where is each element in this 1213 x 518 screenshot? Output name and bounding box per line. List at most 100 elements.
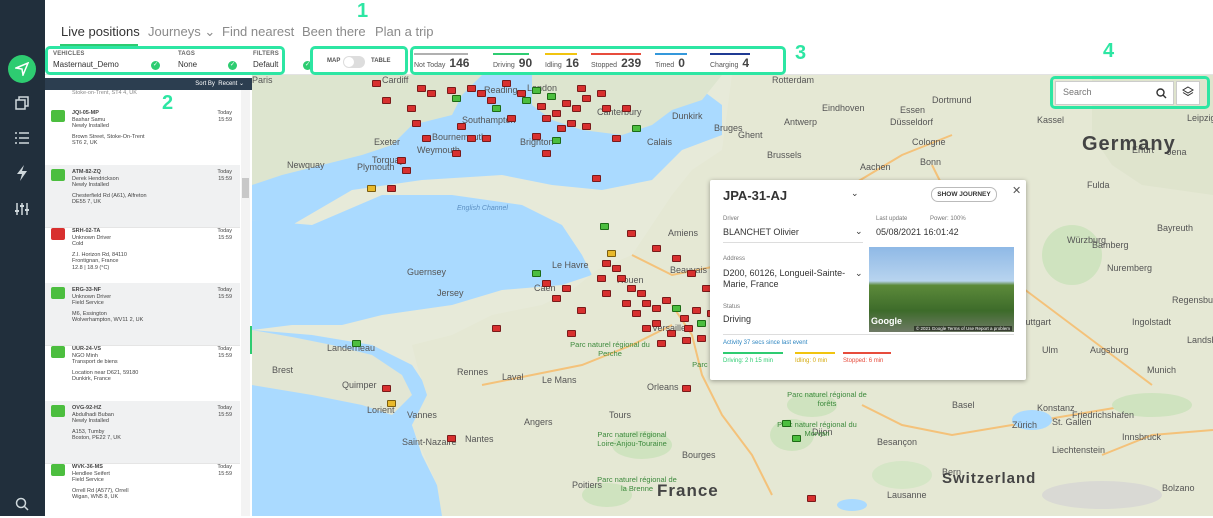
vehicle-marker[interactable] bbox=[402, 167, 411, 174]
vehicle-marker[interactable] bbox=[447, 87, 456, 94]
sliders-icon[interactable] bbox=[8, 195, 36, 223]
vehicle-marker[interactable] bbox=[452, 150, 461, 157]
vehicle-marker[interactable] bbox=[612, 135, 621, 142]
vehicle-marker[interactable] bbox=[652, 245, 661, 252]
vehicle-marker[interactable] bbox=[637, 290, 646, 297]
vehicle-marker[interactable] bbox=[667, 330, 676, 337]
vehicle-marker[interactable] bbox=[412, 120, 421, 127]
vehicle-marker[interactable] bbox=[642, 325, 651, 332]
vehicle-marker[interactable] bbox=[597, 275, 606, 282]
vehicle-marker[interactable] bbox=[577, 307, 586, 314]
vehicle-marker[interactable] bbox=[632, 310, 641, 317]
vehicle-marker[interactable] bbox=[672, 255, 681, 262]
vehicle-marker[interactable] bbox=[682, 337, 691, 344]
vehicle-marker[interactable] bbox=[562, 100, 571, 107]
vehicle-marker[interactable] bbox=[552, 137, 561, 144]
vehicle-marker[interactable] bbox=[427, 90, 436, 97]
vehicle-marker[interactable] bbox=[547, 93, 556, 100]
vehicle-marker[interactable] bbox=[552, 110, 561, 117]
vehicle-marker[interactable] bbox=[542, 115, 551, 122]
vehicle-marker[interactable] bbox=[552, 295, 561, 302]
vehicle-marker[interactable] bbox=[692, 307, 701, 314]
navigate-icon[interactable] bbox=[8, 55, 36, 83]
vehicle-marker[interactable] bbox=[657, 340, 666, 347]
driver-chevron-icon[interactable]: ⌄ bbox=[855, 226, 863, 237]
vehicle-marker[interactable] bbox=[492, 105, 501, 112]
list-item[interactable]: ATM-82-ZQ Derek Hendrickson Newly Installe… bbox=[45, 165, 240, 228]
vehicle-marker[interactable] bbox=[672, 305, 681, 312]
vehicle-marker[interactable] bbox=[567, 120, 576, 127]
vehicle-marker[interactable] bbox=[507, 115, 516, 122]
vehicle-marker[interactable] bbox=[632, 125, 641, 132]
tab-been-there[interactable]: Been there bbox=[302, 24, 366, 39]
vehicle-marker[interactable] bbox=[807, 495, 816, 502]
vehicle-marker[interactable] bbox=[612, 265, 621, 272]
vehicle-marker[interactable] bbox=[684, 325, 693, 332]
vehicle-marker[interactable] bbox=[382, 385, 391, 392]
vehicle-marker[interactable] bbox=[682, 385, 691, 392]
vehicle-marker[interactable] bbox=[622, 105, 631, 112]
vehicle-marker[interactable] bbox=[602, 105, 611, 112]
vehicle-marker[interactable] bbox=[407, 105, 416, 112]
street-view-image[interactable]: Google © 2021 Google Terms of Use Report… bbox=[869, 247, 1014, 332]
vehicle-marker[interactable] bbox=[577, 85, 586, 92]
vehicle-marker[interactable] bbox=[477, 90, 486, 97]
vehicle-marker[interactable] bbox=[592, 175, 601, 182]
vehicle-marker[interactable] bbox=[387, 400, 396, 407]
vehicle-marker[interactable] bbox=[467, 135, 476, 142]
tab-live-positions[interactable]: Live positions bbox=[61, 24, 140, 39]
vehicle-marker[interactable] bbox=[522, 97, 531, 104]
vehicle-marker[interactable] bbox=[662, 297, 671, 304]
vehicle-marker[interactable] bbox=[457, 123, 466, 130]
vehicle-marker[interactable] bbox=[397, 157, 406, 164]
vehicle-marker[interactable] bbox=[372, 80, 381, 87]
vehicle-marker[interactable] bbox=[352, 340, 361, 347]
vehicle-marker[interactable] bbox=[367, 185, 376, 192]
close-icon[interactable]: ✕ bbox=[1012, 184, 1021, 197]
vehicle-marker[interactable] bbox=[642, 300, 651, 307]
vehicle-marker[interactable] bbox=[557, 125, 566, 132]
tab-plan-a-trip[interactable]: Plan a trip bbox=[375, 24, 434, 39]
vehicle-marker[interactable] bbox=[572, 105, 581, 112]
vehicle-marker[interactable] bbox=[697, 335, 706, 342]
vehicle-marker[interactable] bbox=[517, 90, 526, 97]
vehicle-marker[interactable] bbox=[502, 80, 511, 87]
vehicle-marker[interactable] bbox=[382, 97, 391, 104]
vehicle-marker[interactable] bbox=[537, 103, 546, 110]
list-item[interactable]: UUR-24-VS NGO Minh Transport de biens Locat… bbox=[45, 342, 240, 405]
list-icon[interactable] bbox=[8, 124, 36, 152]
photo-credit[interactable]: © 2021 Google Terms of Use Report a prob… bbox=[913, 326, 1012, 331]
vehicle-marker[interactable] bbox=[567, 330, 576, 337]
list-item[interactable]: OVG-92-HZ Abdulhadi Buban Newly Installed A… bbox=[45, 401, 240, 464]
lightning-icon[interactable] bbox=[8, 159, 36, 187]
vehicle-marker[interactable] bbox=[492, 325, 501, 332]
vehicle-marker[interactable] bbox=[617, 275, 626, 282]
sort-bar[interactable]: Sort By Recent ⌄ bbox=[45, 78, 252, 90]
show-journey-button[interactable]: SHOW JOURNEY bbox=[931, 187, 997, 202]
vehicle-marker[interactable] bbox=[652, 305, 661, 312]
cube-icon[interactable] bbox=[8, 89, 36, 117]
vehicle-marker[interactable] bbox=[607, 250, 616, 257]
vehicle-marker[interactable] bbox=[680, 315, 689, 322]
driver-select[interactable]: BLANCHET Olivier bbox=[723, 227, 799, 237]
list-item[interactable]: JQI-05-MP Bashar Samu Newly Installed Brown… bbox=[45, 106, 240, 169]
scroll-thumb[interactable] bbox=[242, 178, 249, 198]
tab-find-nearest[interactable]: Find nearest bbox=[222, 24, 294, 39]
list-item[interactable]: WVK-36-MS Hendlee Seifert Field Service Orr… bbox=[45, 460, 240, 516]
vehicle-marker[interactable] bbox=[452, 95, 461, 102]
vehicle-marker[interactable] bbox=[687, 270, 696, 277]
vehicle-marker[interactable] bbox=[697, 320, 706, 327]
vehicle-marker[interactable] bbox=[600, 223, 609, 230]
vehicle-marker[interactable] bbox=[542, 150, 551, 157]
vehicle-marker[interactable] bbox=[582, 123, 591, 130]
vehicle-marker[interactable] bbox=[532, 270, 541, 277]
list-scrollbar[interactable] bbox=[241, 90, 250, 516]
vehicle-marker[interactable] bbox=[597, 90, 606, 97]
vehicle-marker[interactable] bbox=[622, 300, 631, 307]
vehicle-marker[interactable] bbox=[652, 320, 661, 327]
chevron-down-icon[interactable]: ⌄ bbox=[851, 188, 859, 199]
vehicle-marker[interactable] bbox=[602, 290, 611, 297]
vehicle-marker[interactable] bbox=[532, 133, 541, 140]
vehicle-marker[interactable] bbox=[542, 280, 551, 287]
vehicle-marker[interactable] bbox=[467, 85, 476, 92]
